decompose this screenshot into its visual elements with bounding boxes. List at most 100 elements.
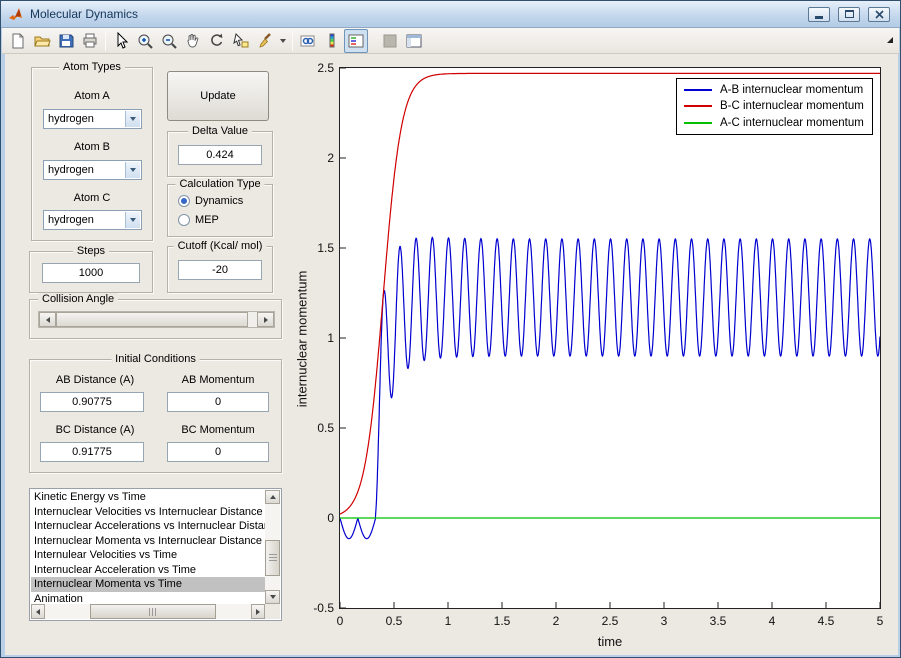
- zoom-out-icon: [160, 32, 178, 50]
- maximize-icon: [845, 10, 854, 18]
- listbox-item[interactable]: Internuclear Velocities vs Internuclear …: [31, 505, 265, 520]
- arrow-left-icon: [46, 317, 50, 323]
- maximize-button[interactable]: [838, 7, 860, 22]
- panel-title-cutoff: Cutoff (Kcal/ mol): [174, 240, 267, 252]
- x-tick-label: 0: [320, 614, 360, 628]
- chevron-down-icon: [130, 117, 136, 121]
- panel-atom-types: Atom Types Atom A hydrogen Atom B hydrog…: [31, 67, 153, 241]
- brush-icon: [256, 32, 274, 50]
- radio-option-dynamics[interactable]: Dynamics: [178, 195, 243, 207]
- listbox-item[interactable]: Animation: [31, 592, 265, 605]
- legend-item[interactable]: A-C internuclear momentum: [677, 115, 872, 131]
- insert-colorbar-icon: [323, 32, 341, 50]
- ab-momentum-input[interactable]: 0: [167, 392, 269, 412]
- listbox-vertical-scrollbar[interactable]: [265, 490, 280, 604]
- toolbar-overflow-arrow[interactable]: [886, 31, 894, 49]
- panel-title-initial-conditions: Initial Conditions: [111, 353, 200, 365]
- matlab-figure-icon: [8, 6, 24, 22]
- ab-distance-input[interactable]: 0.90775: [40, 392, 144, 412]
- title-bar[interactable]: Molecular Dynamics: [1, 1, 900, 28]
- arrow-right-icon: [256, 609, 260, 615]
- toolbar-insert-colorbar-button[interactable]: [320, 29, 344, 53]
- toolbar-open-button[interactable]: [30, 29, 54, 53]
- collision-angle-slider[interactable]: [38, 311, 275, 328]
- save-icon: [57, 32, 75, 50]
- toolbar-print-button[interactable]: [78, 29, 102, 53]
- x-tick-label: 1.5: [482, 614, 522, 628]
- window-title: Molecular Dynamics: [30, 7, 800, 21]
- toolbar-edit-plot-button[interactable]: [109, 29, 133, 53]
- radio-option-mep[interactable]: MEP: [178, 214, 219, 226]
- toolbar-show-plot-tools-button[interactable]: [402, 29, 426, 53]
- atom-c-dropdown[interactable]: hydrogen: [43, 210, 142, 230]
- scroll-left-button[interactable]: [31, 604, 45, 619]
- legend-item[interactable]: A-B internuclear momentum: [677, 82, 872, 98]
- plot-type-listbox[interactable]: Kinetic Energy vs TimeInternuclear Veloc…: [29, 488, 282, 621]
- listbox-item[interactable]: Internuclear Accelerations vs Internucle…: [31, 519, 265, 534]
- horizontal-scroll-thumb[interactable]: [90, 604, 216, 619]
- listbox-item[interactable]: Internuclear Momenta vs Internuclear Dis…: [31, 534, 265, 549]
- ab-momentum-label: AB Momentum: [167, 374, 269, 386]
- print-icon: [81, 32, 99, 50]
- toolbar-insert-legend-button[interactable]: [344, 29, 368, 53]
- close-button[interactable]: [868, 7, 890, 22]
- radio-dynamics-icon[interactable]: [178, 195, 190, 207]
- scroll-up-button[interactable]: [265, 490, 280, 504]
- overflow-arrow-icon: [886, 36, 894, 44]
- plot-axes[interactable]: [339, 67, 881, 609]
- bc-distance-input[interactable]: 0.91775: [40, 442, 144, 462]
- arrow-down-icon: [270, 595, 276, 599]
- data-cursor-icon: [232, 32, 250, 50]
- slider-thumb[interactable]: [56, 312, 248, 327]
- atom-b-dropdown-button[interactable]: [125, 162, 140, 178]
- y-tick-label: -0.5: [290, 601, 334, 615]
- listbox-item[interactable]: Kinetic Energy vs Time: [31, 490, 265, 505]
- chevron-down-icon: [280, 39, 286, 43]
- y-tick-label: 2.5: [290, 61, 334, 75]
- scroll-right-button[interactable]: [251, 604, 265, 619]
- radio-mep-icon[interactable]: [178, 214, 190, 226]
- arrow-left-icon: [36, 609, 40, 615]
- toolbar-hide-plot-tools-button[interactable]: [378, 29, 402, 53]
- legend[interactable]: A-B internuclear momentum B-C internucle…: [676, 78, 873, 135]
- atom-a-label: Atom A: [32, 90, 152, 102]
- atom-a-dropdown-button[interactable]: [125, 111, 140, 127]
- atom-a-dropdown[interactable]: hydrogen: [43, 109, 142, 129]
- toolbar-pan-button[interactable]: [181, 29, 205, 53]
- scroll-down-button[interactable]: [265, 590, 280, 604]
- atom-b-dropdown[interactable]: hydrogen: [43, 160, 142, 180]
- steps-input[interactable]: 1000: [42, 263, 140, 283]
- listbox-item[interactable]: Internulear Velocities vs Time: [31, 548, 265, 563]
- update-button[interactable]: Update: [167, 71, 269, 121]
- toolbar-zoom-in-button[interactable]: [133, 29, 157, 53]
- panel-collision-angle: Collision Angle: [29, 299, 282, 339]
- toolbar-save-button[interactable]: [54, 29, 78, 53]
- y-tick-label: 0.5: [290, 421, 334, 435]
- toolbar: [2, 28, 899, 54]
- bc-momentum-input[interactable]: 0: [167, 442, 269, 462]
- atom-c-dropdown-button[interactable]: [125, 212, 140, 228]
- toolbar-data-cursor-button[interactable]: [229, 29, 253, 53]
- listbox-horizontal-scrollbar[interactable]: [31, 604, 265, 619]
- vertical-scroll-thumb[interactable]: [265, 540, 280, 576]
- toolbar-rotate-3d-button[interactable]: [205, 29, 229, 53]
- toolbar-brush-button[interactable]: [253, 29, 277, 53]
- toolbar-link-plot-button[interactable]: [296, 29, 320, 53]
- toolbar-zoom-out-button[interactable]: [157, 29, 181, 53]
- panel-initial-conditions: Initial Conditions AB Distance (A) AB Mo…: [29, 359, 282, 473]
- listbox-item[interactable]: Internuclear Acceleration vs Time: [31, 563, 265, 578]
- toolbar-new-button[interactable]: [6, 29, 30, 53]
- panel-title-delta-value: Delta Value: [188, 125, 252, 137]
- pan-hand-icon: [184, 32, 202, 50]
- listbox-item[interactable]: Internuclear Momenta vs Time: [31, 577, 265, 592]
- legend-item[interactable]: B-C internuclear momentum: [677, 98, 872, 114]
- slider-left-arrow[interactable]: [39, 312, 56, 327]
- slider-right-arrow[interactable]: [257, 312, 274, 327]
- toolbar-brush-dropdown[interactable]: [277, 29, 289, 53]
- chevron-down-icon: [130, 168, 136, 172]
- ab-distance-label: AB Distance (A): [40, 374, 150, 386]
- cutoff-input[interactable]: -20: [178, 260, 262, 280]
- minimize-button[interactable]: [808, 7, 830, 22]
- delta-value-input[interactable]: 0.424: [178, 145, 262, 165]
- y-axis-label: internuclear momentum: [295, 271, 310, 408]
